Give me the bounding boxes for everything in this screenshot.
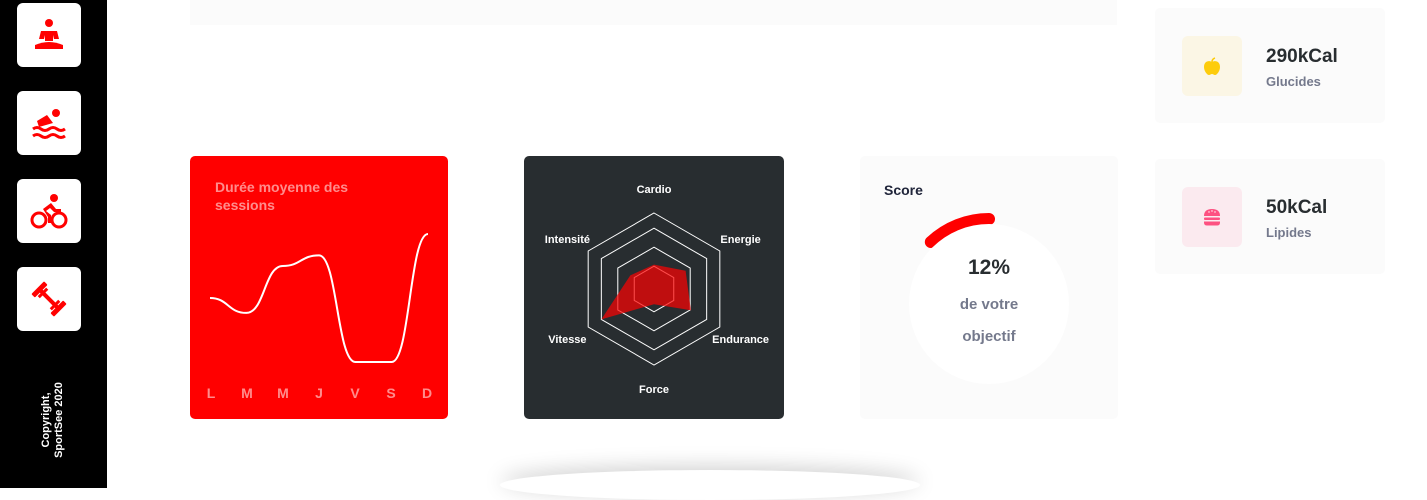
burger-icon bbox=[1204, 209, 1220, 226]
radar-axis-label: Force bbox=[639, 384, 669, 396]
dumbbell-button[interactable] bbox=[17, 267, 81, 331]
average-sessions-days: L M M J V S D bbox=[204, 385, 434, 401]
lipides-icon-box bbox=[1182, 187, 1242, 247]
lipides-card: 50kCal Lipides bbox=[1155, 159, 1385, 274]
swimming-button[interactable] bbox=[17, 91, 81, 155]
copyright-text: Copyright, SportSee 2020 bbox=[40, 375, 66, 465]
lipides-value: 50kCal bbox=[1266, 197, 1328, 218]
radar-axis-label: Cardio bbox=[637, 184, 672, 196]
score-card: Score 12% de votre objectif bbox=[860, 156, 1118, 419]
average-sessions-chart: Durée moyenne des sessions L M M J V S D bbox=[190, 156, 448, 419]
day-label: M bbox=[241, 385, 253, 401]
meditation-button[interactable] bbox=[17, 3, 81, 67]
score-text-line-2: objectif bbox=[962, 328, 1016, 345]
glucides-icon-box bbox=[1182, 36, 1242, 96]
day-label: L bbox=[206, 385, 216, 401]
glucides-value: 290kCal bbox=[1266, 46, 1338, 67]
score-text-line-1: de votre bbox=[959, 296, 1019, 313]
day-label: J bbox=[315, 385, 323, 401]
performance-radar-chart: Cardio Energie Endurance Force Vitesse Intens… bbox=[524, 156, 784, 419]
radar-svg: Cardio Energie Endurance Force Vitesse Intens… bbox=[545, 184, 769, 396]
dumbbell-icon bbox=[31, 281, 67, 317]
day-label: V bbox=[350, 385, 360, 401]
day-label: D bbox=[421, 385, 433, 401]
average-sessions-line bbox=[209, 233, 429, 363]
apple-icon bbox=[1204, 57, 1220, 75]
cycling-button[interactable] bbox=[17, 179, 81, 243]
radar-axis-label: Energie bbox=[720, 234, 760, 246]
day-label: S bbox=[386, 385, 396, 401]
radar-axis-label: Endurance bbox=[712, 334, 769, 346]
meditation-icon bbox=[35, 19, 63, 49]
glucides-card: 290kCal Glucides bbox=[1155, 8, 1385, 123]
glucides-label: Glucides bbox=[1266, 74, 1321, 89]
lipides-label: Lipides bbox=[1266, 225, 1312, 240]
copyright-line-2: SportSee 2020 bbox=[53, 382, 65, 458]
radar-axis-label: Vitesse bbox=[548, 334, 586, 346]
copyright-line-1: Copyright, bbox=[40, 392, 52, 448]
swimming-icon bbox=[32, 109, 66, 139]
cycling-icon bbox=[30, 194, 68, 229]
radar-data-area bbox=[601, 264, 691, 320]
day-label: M bbox=[277, 385, 289, 401]
activity-panel-bottom bbox=[190, 0, 1117, 25]
sidebar: Copyright, SportSee 2020 bbox=[0, 0, 107, 488]
average-sessions-svg bbox=[209, 233, 429, 363]
radar-axis-label: Intensité bbox=[545, 234, 590, 246]
score-value: 12% bbox=[967, 256, 1011, 279]
next-panel-shadow bbox=[500, 470, 920, 500]
